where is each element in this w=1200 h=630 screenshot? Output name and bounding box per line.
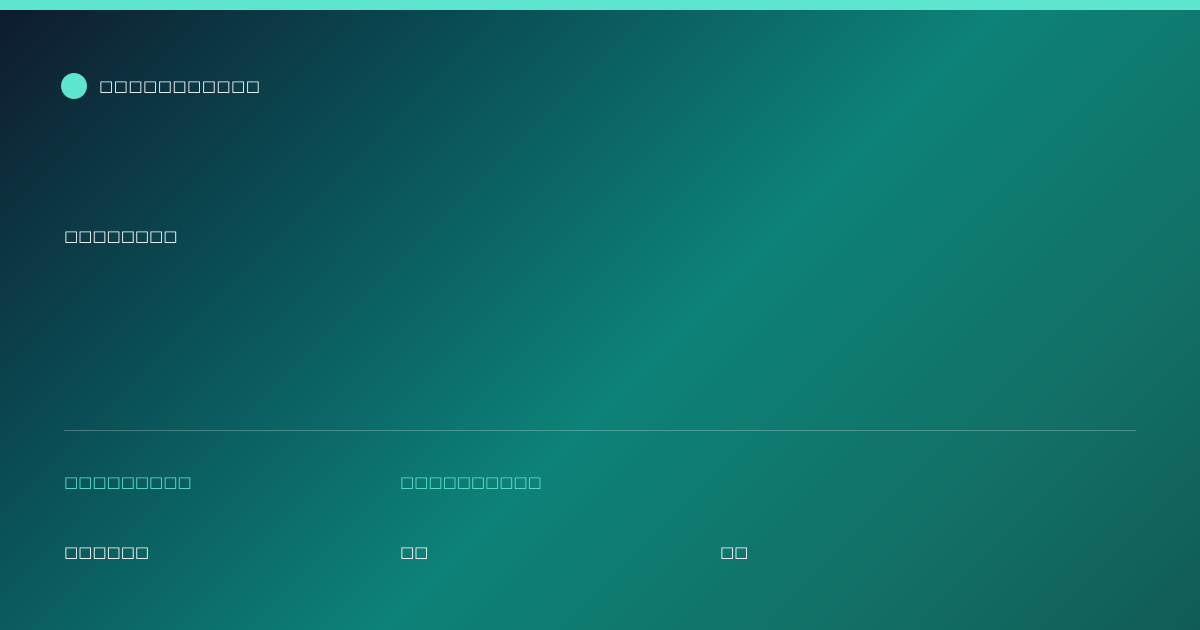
top-accent-bar [0, 0, 1200, 10]
divider [64, 430, 1136, 431]
footer-value-1: □□□□□□ [64, 543, 150, 561]
footer-value-3: □□ [720, 543, 749, 561]
circle-dot-icon [61, 73, 87, 99]
footer-label-1: □□□□□□□□□ [64, 473, 192, 491]
footer-label-2: □□□□□□□□□□ [400, 473, 542, 491]
brand-name: □□□□□□□□□□□ [99, 77, 261, 95]
subtitle: □□□□□□□□ [64, 227, 178, 245]
brand: □□□□□□□□□□□ [61, 73, 260, 99]
footer-value-2: □□ [400, 543, 429, 561]
